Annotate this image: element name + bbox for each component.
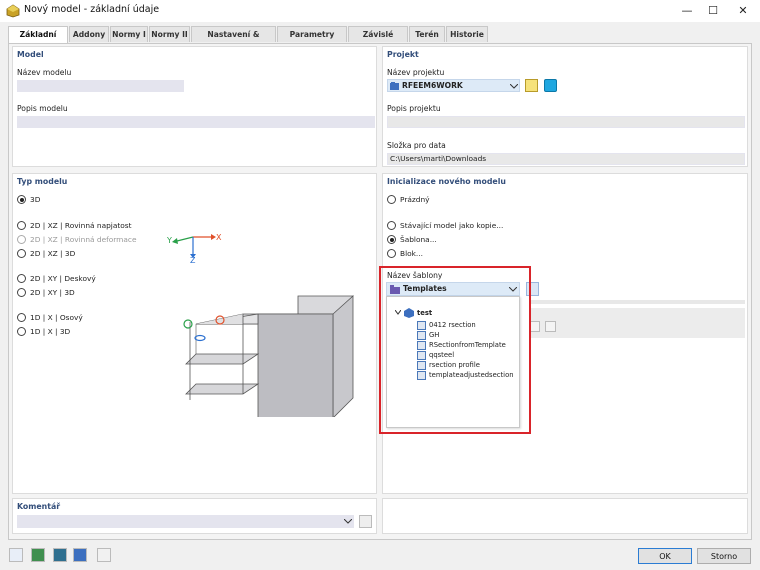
axis-z-label: Z (190, 256, 196, 265)
radio-label-prazdny: Prázdný (400, 195, 430, 204)
radio-blok[interactable] (387, 249, 396, 258)
window-title: Nový model - základní údaje (24, 4, 160, 15)
radio-label-2d-xy-deskovy: 2D | XY | Deskový (30, 274, 96, 283)
chevron-down-icon (510, 84, 518, 89)
title-bar: Nový model - základní údaje — ☐ ✕ (0, 0, 760, 22)
folder-label: Složka pro data (387, 141, 446, 150)
model-type-section-title: Typ modelu (17, 177, 68, 186)
radio-label-2d-xy-3d: 2D | XY | 3D (30, 288, 75, 297)
model-name-label: Název modelu (17, 68, 72, 77)
project-desc-input[interactable] (387, 116, 745, 128)
cancel-button[interactable]: Storno (697, 548, 751, 564)
empty-panel (382, 498, 748, 534)
model-section-title: Model (17, 50, 44, 59)
highlight-frame (379, 266, 531, 434)
radio-2d-xz-3d[interactable] (17, 249, 26, 258)
save-icon[interactable] (73, 548, 87, 562)
init-section-title: Inicializace nového modelu (387, 177, 506, 186)
view-icon[interactable] (53, 548, 67, 562)
project-desc-label: Popis projektu (387, 104, 441, 113)
model-3d-illustration (183, 295, 354, 417)
radio-label-stavajici-model: Stávající model jako kopie... (400, 221, 504, 230)
tab-historie[interactable]: Historie (446, 26, 488, 42)
project-name-label: Název projektu (387, 68, 445, 77)
radio-2d-xz-deformace (17, 235, 26, 244)
help-icon[interactable] (9, 548, 23, 562)
radio-stavajici-model[interactable] (387, 221, 396, 230)
tab-normy-1[interactable]: Normy I (110, 26, 148, 42)
chevron-down-icon[interactable] (344, 519, 352, 524)
radio-sablona[interactable] (387, 235, 396, 244)
paste-icon (545, 321, 556, 332)
radio-2d-xy-3d[interactable] (17, 288, 26, 297)
model-name-input[interactable] (17, 80, 184, 92)
project-icon (390, 82, 399, 90)
radio-label-1d-x-osovy: 1D | X | Osový (30, 313, 83, 322)
tab-normy-2[interactable]: Normy II (149, 26, 190, 42)
radio-label-sablona: Šablona... (400, 235, 437, 244)
radio-prazdny[interactable] (387, 195, 396, 204)
app-icon (6, 4, 20, 18)
axis-x-label: X (216, 233, 222, 242)
axis-y-label: Y (167, 236, 172, 245)
radio-1d-x-osovy[interactable] (17, 313, 26, 322)
project-manager-icon[interactable] (525, 79, 538, 92)
close-button[interactable]: ✕ (728, 1, 758, 21)
radio-label-3d: 3D (30, 195, 41, 204)
hidden-field-1 (530, 300, 745, 304)
project-name-dropdown[interactable]: RFEEM6WORK (387, 79, 520, 92)
tab-teren[interactable]: Terén (409, 26, 445, 42)
comment-section-title: Komentář (17, 502, 61, 511)
radio-1d-x-3d[interactable] (17, 327, 26, 336)
comment-input[interactable] (17, 515, 354, 528)
tab-zakladni-udaje[interactable]: Základní údaje (8, 26, 68, 55)
new-project-icon[interactable] (544, 79, 557, 92)
tab-parametry-modelu[interactable]: Parametry modelu (277, 26, 347, 55)
maximize-button[interactable]: ☐ (698, 1, 728, 21)
radio-label-1d-x-3d: 1D | X | 3D (30, 327, 71, 336)
model-type-panel: Typ modelu 3D 2D | XZ | Rovinná napjatos… (12, 173, 377, 494)
model-desc-input[interactable] (17, 116, 375, 128)
folder-input[interactable]: C:\Users\marti\Downloads (387, 153, 745, 165)
ok-button[interactable]: OK (638, 548, 692, 564)
table-icon[interactable] (97, 548, 111, 562)
comment-library-icon[interactable] (359, 515, 372, 528)
radio-label-blok: Blok... (400, 249, 423, 258)
project-name-value: RFEEM6WORK (402, 81, 463, 90)
axis-gizmo-icon (172, 234, 216, 258)
tab-bar: Základní údaje Addony Normy I Normy II N… (0, 26, 760, 55)
units-icon[interactable] (31, 548, 45, 562)
tab-addony[interactable]: Addony (69, 26, 109, 42)
radio-label-2d-xz-napjatost: 2D | XZ | Rovinná napjatost (30, 221, 132, 230)
model-panel: Model Název modelu Popis modelu (12, 46, 377, 167)
comment-panel: Komentář (12, 498, 377, 534)
radio-2d-xz-napjatost[interactable] (17, 221, 26, 230)
project-panel: Projekt Název projektu RFEEM6WORK Popis … (382, 46, 748, 167)
model-desc-label: Popis modelu (17, 104, 68, 113)
radio-label-2d-xz-3d: 2D | XZ | 3D (30, 249, 76, 258)
hidden-field-2 (530, 308, 745, 338)
radio-3d[interactable] (17, 195, 26, 204)
tab-nastaveni[interactable]: Nastavení & možnosti (191, 26, 276, 55)
radio-label-2d-xz-deformace: 2D | XZ | Rovinná deformace (30, 235, 137, 244)
radio-2d-xy-deskovy[interactable] (17, 274, 26, 283)
tab-zavisle-modely[interactable]: Závislé modely (348, 26, 408, 55)
project-section-title: Projekt (387, 50, 419, 59)
